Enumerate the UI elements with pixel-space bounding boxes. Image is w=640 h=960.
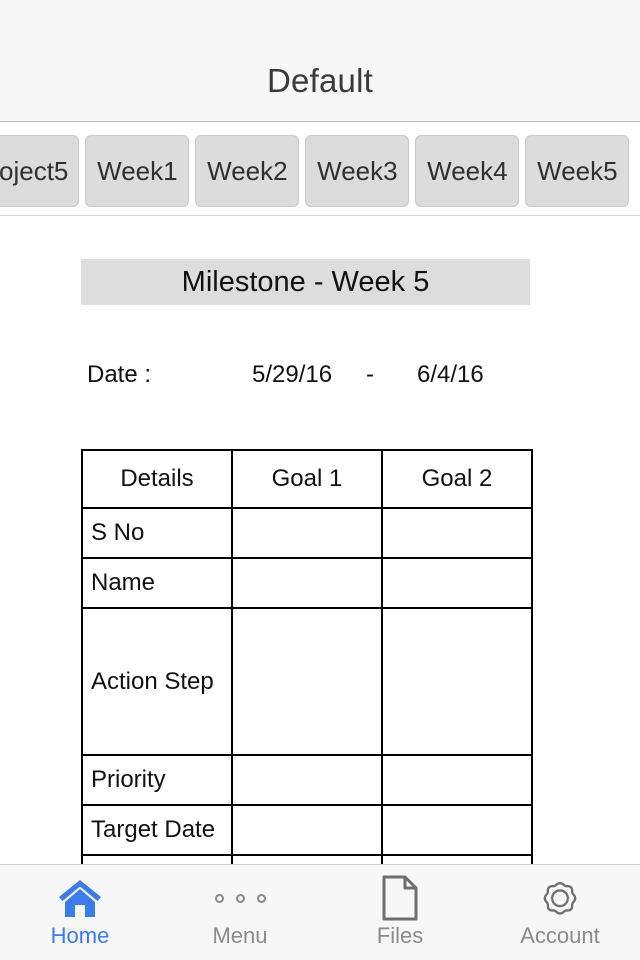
dots-icon xyxy=(214,875,266,921)
column-header-goal1: Goal 1 xyxy=(231,449,383,509)
tab-week3[interactable]: Week3 xyxy=(305,135,410,207)
cell-s-no-goal2[interactable] xyxy=(381,507,533,559)
bottom-tab-bar[interactable]: Home Menu Files Account xyxy=(0,864,640,960)
cell-partial-goal1[interactable] xyxy=(231,854,383,864)
nav-item-files[interactable]: Files xyxy=(320,865,480,960)
document-sheet[interactable]: Milestone - Week 5 Date : 5/29/16 - 6/4/… xyxy=(0,217,640,864)
document-icon xyxy=(381,875,419,921)
nav-item-account[interactable]: Account xyxy=(480,865,640,960)
column-header-details: Details xyxy=(81,449,233,509)
date-label: Date : xyxy=(87,361,152,388)
cell-s-no-goal1[interactable] xyxy=(231,507,383,559)
dot-3 xyxy=(256,893,266,903)
nav-item-menu[interactable]: Menu xyxy=(160,865,320,960)
row-label-priority: Priority xyxy=(81,754,233,806)
row-label-name: Name xyxy=(81,557,233,609)
table-row[interactable]: Priority xyxy=(81,754,533,806)
row-label-target-date: Target Date xyxy=(81,804,233,856)
nav-label-menu: Menu xyxy=(212,923,268,948)
tab-week3-label: Week3 xyxy=(317,155,398,186)
app-header: Default xyxy=(0,0,640,122)
date-end-value[interactable]: 6/4/16 xyxy=(417,361,484,389)
cell-name-goal2[interactable] xyxy=(381,557,533,609)
dot-1 xyxy=(214,893,224,903)
nav-label-account: Account xyxy=(520,923,600,948)
table-row[interactable] xyxy=(81,854,533,864)
tab-week2[interactable]: Week2 xyxy=(195,135,300,207)
nav-label-home: Home xyxy=(50,923,110,948)
cell-priority-goal1[interactable] xyxy=(231,754,383,806)
tab-project5[interactable]: Project5 xyxy=(0,135,80,207)
table-row[interactable]: Name xyxy=(81,557,533,609)
tab-scroller[interactable]: Project5 Week1 Week2 Week3 Week4 Week5 xyxy=(0,135,630,207)
row-label-s-no: S No xyxy=(81,507,233,559)
tab-week5[interactable]: Week5 xyxy=(525,135,630,207)
cell-action-step-goal2[interactable] xyxy=(381,607,533,756)
project-tab-strip[interactable]: Project5 Week1 Week2 Week3 Week4 Week5 xyxy=(0,123,640,216)
row-label-action-step: Action Step xyxy=(81,607,233,756)
table-row[interactable]: S No xyxy=(81,507,533,559)
tab-project5-label: Project5 xyxy=(0,155,69,186)
table-header-row: Details Goal 1 Goal 2 xyxy=(81,449,533,509)
tab-week1[interactable]: Week1 xyxy=(85,135,190,207)
tab-week2-label: Week2 xyxy=(207,155,288,186)
cell-priority-goal2[interactable] xyxy=(381,754,533,806)
nav-label-files: Files xyxy=(376,923,424,948)
column-header-goal2: Goal 2 xyxy=(381,449,533,509)
table-row[interactable]: Action Step xyxy=(81,607,533,756)
tab-week4-label: Week4 xyxy=(427,155,508,186)
nav-item-home[interactable]: Home xyxy=(0,865,160,960)
date-start-value[interactable]: 5/29/16 xyxy=(252,361,332,389)
tab-week5-label: Week5 xyxy=(537,155,618,186)
home-icon xyxy=(57,875,103,921)
cell-partial-goal2[interactable] xyxy=(381,854,533,864)
dot-2 xyxy=(235,893,245,903)
tab-week1-label: Week1 xyxy=(97,155,178,186)
cell-action-step-goal1[interactable] xyxy=(231,607,383,756)
goal-table[interactable]: Details Goal 1 Goal 2 S No Name Action S… xyxy=(81,449,533,864)
date-separator: - xyxy=(366,361,374,388)
milestone-banner: Milestone - Week 5 xyxy=(81,259,530,305)
page-title: Default xyxy=(267,62,373,99)
cell-target-date-goal1[interactable] xyxy=(231,804,383,856)
tab-week4[interactable]: Week4 xyxy=(415,135,520,207)
cell-target-date-goal2[interactable] xyxy=(381,804,533,856)
cell-name-goal1[interactable] xyxy=(231,557,383,609)
milestone-banner-label: Milestone - Week 5 xyxy=(181,265,430,298)
row-label-partial xyxy=(81,854,233,864)
date-range-row: Date : 5/29/16 - 6/4/16 xyxy=(81,361,530,391)
gear-icon xyxy=(537,875,583,921)
table-row[interactable]: Target Date xyxy=(81,804,533,856)
